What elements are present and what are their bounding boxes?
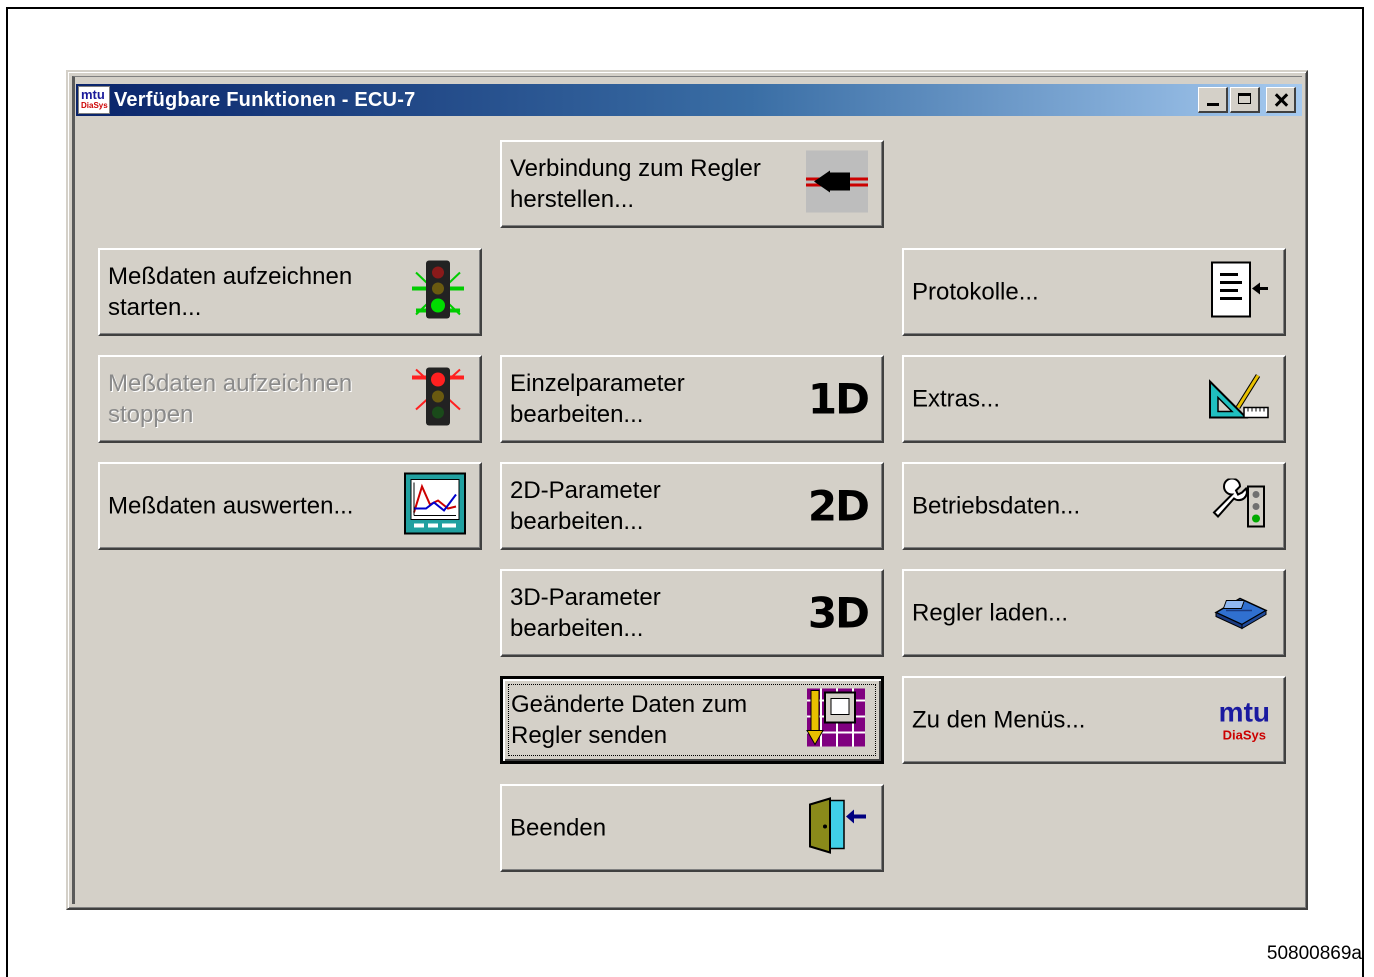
wrench-signal-icon (1208, 477, 1270, 534)
controller-unit-icon (1212, 591, 1270, 636)
edit-3d-parameter-button[interactable]: 3D-Parameter bearbeiten... 3D (500, 569, 884, 657)
1d-badge-icon: 1D (807, 374, 870, 424)
connect-controller-button[interactable]: Verbindung zum Regler herstellen... (500, 140, 884, 228)
chip-upload-icon (805, 687, 867, 754)
menus-label: Zu den Menüs... (912, 706, 1086, 734)
exit-button[interactable]: Beenden (500, 784, 884, 872)
protocol-document-icon (1208, 259, 1270, 326)
record-stop-label: Meßdaten aufzeichnen stoppen (108, 370, 353, 428)
set-square-pencil-icon (1208, 372, 1270, 427)
minimize-button[interactable] (1198, 87, 1228, 113)
send-changes-button[interactable]: Geänderte Daten zum Regler senden (500, 676, 884, 764)
chart-monitor-icon (404, 472, 466, 540)
connect-controller-label: Verbindung zum Regler herstellen... (510, 155, 761, 213)
extras-label: Extras... (912, 385, 1001, 413)
traffic-light-red-icon (410, 366, 466, 433)
mtu-diasys-logo: mtu DiaSys (1218, 696, 1270, 743)
exit-door-icon (806, 795, 868, 862)
exit-label: Beenden (510, 814, 607, 842)
record-start-label: Meßdaten aufzeichnen starten... (108, 263, 353, 321)
extras-button[interactable]: Extras... (902, 355, 1286, 443)
edit-2d-parameter-button[interactable]: 2D-Parameter bearbeiten... 2D (500, 462, 884, 550)
3d-badge-icon: 3D (807, 588, 870, 638)
maximize-button[interactable] (1230, 87, 1260, 113)
edit-2d-parameter-label: 2D-Parameter bearbeiten... (510, 477, 661, 535)
mtu-app-icon[interactable]: mtu DiaSys (78, 86, 110, 114)
load-controller-label: Regler laden... (912, 599, 1069, 627)
window-controls (1196, 87, 1296, 113)
edit-1d-parameter-label: Einzelparameter bearbeiten... (510, 370, 685, 428)
protocols-button[interactable]: Protokolle... (902, 248, 1286, 336)
operating-data-button[interactable]: Betriebsdaten... (902, 462, 1286, 550)
evaluate-data-label: Meßdaten auswerten... (108, 492, 354, 520)
close-button[interactable] (1266, 87, 1296, 113)
protocols-label: Protokolle... (912, 278, 1039, 306)
connect-plug-icon (806, 150, 868, 218)
record-start-button[interactable]: Meßdaten aufzeichnen starten... (98, 248, 482, 336)
send-changes-label: Geänderte Daten zum Regler senden (511, 691, 748, 749)
title-bar[interactable]: mtu DiaSys Verfügbare Funktionen - ECU-7 (76, 84, 1302, 116)
2d-badge-icon: 2D (807, 481, 870, 531)
edit-3d-parameter-label: 3D-Parameter bearbeiten... (510, 584, 661, 642)
operating-data-label: Betriebsdaten... (912, 492, 1081, 520)
mtu-logo-text: mtu (1218, 696, 1270, 728)
menus-button[interactable]: Zu den Menüs... mtu DiaSys (902, 676, 1286, 764)
diasys-logo-text: DiaSys (1222, 727, 1267, 743)
edit-1d-parameter-button[interactable]: Einzelparameter bearbeiten... 1D (500, 355, 884, 443)
dialog-window: mtu DiaSys Verfügbare Funktionen - ECU-7… (66, 70, 1308, 910)
load-controller-button[interactable]: Regler laden... (902, 569, 1286, 657)
document-id: 50800869a (1266, 943, 1362, 964)
evaluate-data-button[interactable]: Meßdaten auswerten... (98, 462, 482, 550)
window-title: Verfügbare Funktionen - ECU-7 (114, 88, 416, 111)
record-stop-button[interactable]: Meßdaten aufzeichnen stoppen (98, 355, 482, 443)
traffic-light-green-icon (410, 259, 466, 326)
